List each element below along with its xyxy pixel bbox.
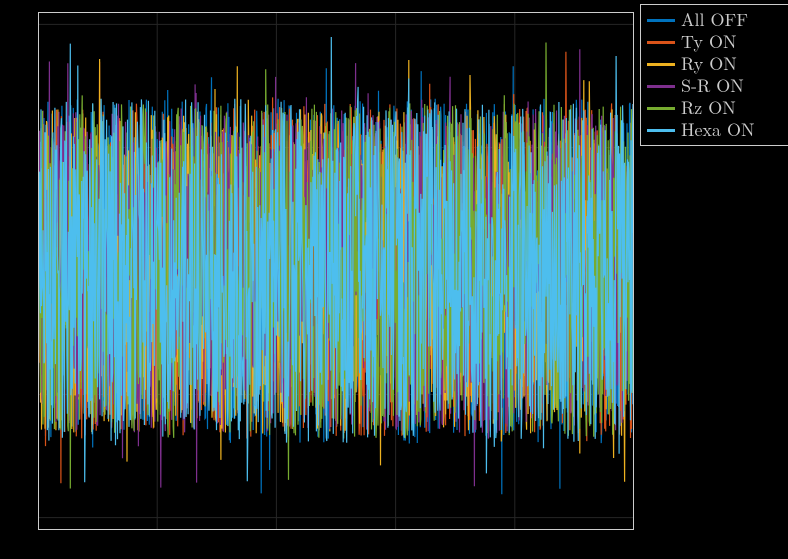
- legend-label: Hexa ON: [681, 119, 755, 141]
- legend-item: Ty ON: [647, 31, 787, 53]
- legend-item: Hexa ON: [647, 119, 787, 141]
- legend-swatch: [647, 129, 675, 132]
- legend-item: All OFF: [647, 9, 787, 31]
- chart-canvas: [38, 12, 634, 530]
- legend-swatch: [647, 107, 675, 110]
- chart-axes: [38, 12, 634, 530]
- legend-item: Rz ON: [647, 97, 787, 119]
- legend-swatch: [647, 19, 675, 22]
- legend-item: S-R ON: [647, 75, 787, 97]
- legend-label: All OFF: [681, 9, 748, 31]
- legend-label: Rz ON: [681, 97, 736, 119]
- legend: All OFF Ty ON Ry ON S-R ON Rz ON Hexa ON: [640, 4, 788, 146]
- legend-swatch: [647, 63, 675, 66]
- legend-item: Ry ON: [647, 53, 787, 75]
- legend-swatch: [647, 41, 675, 44]
- legend-label: S-R ON: [681, 75, 744, 97]
- legend-label: Ty ON: [681, 31, 737, 53]
- legend-swatch: [647, 85, 675, 88]
- legend-label: Ry ON: [681, 53, 737, 75]
